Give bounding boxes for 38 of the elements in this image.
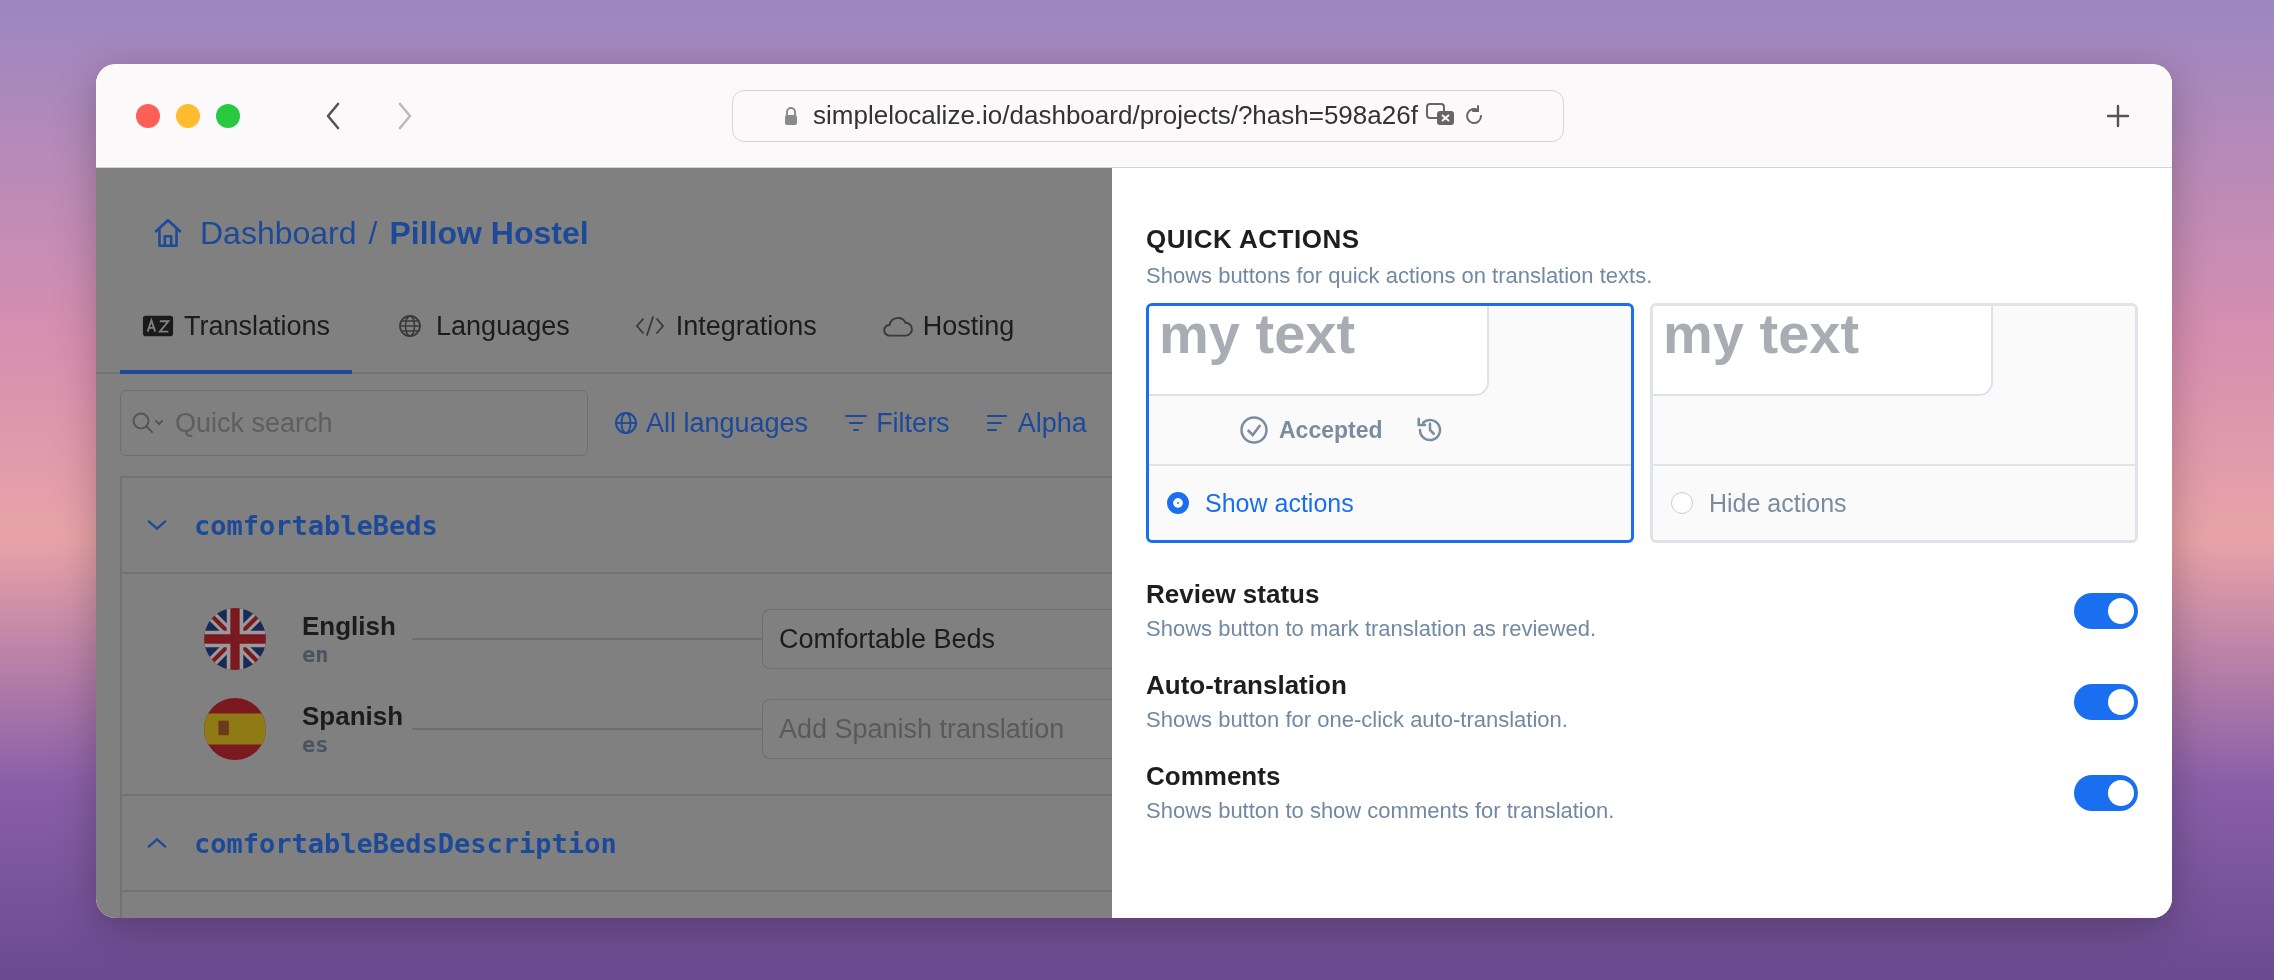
language-name: Spanish [302, 701, 405, 732]
breadcrumb-separator: / [368, 214, 378, 252]
close-window-button[interactable] [136, 103, 160, 128]
section-description: Shows buttons for quick actions on translation texts. [1146, 263, 1654, 289]
search-icon [131, 411, 165, 435]
translation-field[interactable]: Comfortable Beds [762, 609, 1112, 669]
option-card[interactable]: my text Hide actions [1650, 303, 2138, 543]
address-bar[interactable]: simplelocalize.io/dashboard/projects/?hash=598a26f [732, 89, 1564, 142]
globe-icon [614, 411, 638, 435]
option-card[interactable]: my text Accepted Show actions [1146, 303, 1634, 543]
cloud-icon [880, 314, 913, 338]
check-circle-icon [1239, 415, 1269, 445]
toggle-switch[interactable] [2074, 683, 2138, 720]
tab[interactable]: Languages [372, 282, 592, 374]
language-name: English [302, 611, 397, 642]
setting-title: Auto-translation [1146, 670, 1348, 701]
breadcrumb-current: Pillow Hostel [389, 214, 589, 252]
radio-button[interactable] [1167, 492, 1189, 514]
lock-icon [783, 105, 799, 126]
setting-description: Shows button for one-click auto-translation. [1146, 707, 1569, 733]
section-title: QUICK ACTIONS [1146, 224, 1361, 255]
setting-title: Comments [1146, 761, 1282, 792]
option-label: Show actions [1205, 488, 1354, 518]
setting-title: Review status [1146, 579, 1321, 610]
toggle-switch[interactable] [2074, 592, 2138, 629]
tab[interactable]: Translations [120, 282, 353, 374]
code-icon [633, 314, 666, 338]
preview-text: my text [1149, 306, 1489, 396]
setting-description: Shows button to mark translation as reviewed. [1146, 616, 1597, 642]
toggle-switch[interactable] [2074, 774, 2138, 811]
setting-description: Shows button to show comments for translation. [1146, 798, 1616, 824]
status-label: Accepted [1279, 416, 1383, 444]
tab[interactable]: Integrations [611, 282, 839, 374]
new-tab-icon[interactable] [2106, 103, 2130, 128]
option-label: Hide actions [1709, 488, 1847, 518]
tab[interactable]: Hosting [858, 282, 1037, 374]
preview-text: my text [1653, 306, 1993, 396]
radio-button[interactable] [1671, 492, 1693, 514]
